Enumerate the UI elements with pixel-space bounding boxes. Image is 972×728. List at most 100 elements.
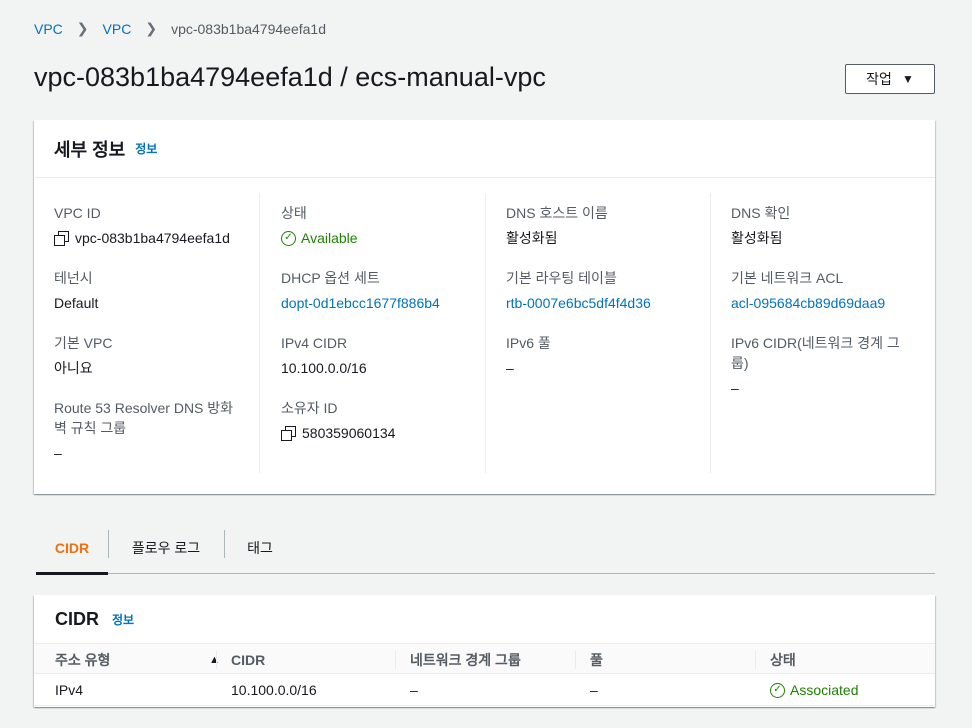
- breadcrumb-current: vpc-083b1ba4794eefa1d: [171, 20, 326, 37]
- cell-state: ✓ Associated: [770, 674, 858, 706]
- field-default-vpc: 기본 VPC 아니요: [54, 333, 112, 378]
- field-label: VPC ID: [54, 205, 101, 221]
- sort-ascending-icon[interactable]: ▲: [209, 654, 220, 666]
- field-owner-id: 소유자 ID 580359060134: [281, 398, 395, 443]
- cidr-panel: CIDR 정보 주소 유형 ▲ CIDR 네트워크 경계 그룹 풀 상태 IPv…: [34, 595, 935, 707]
- field-ipv6-pool: IPv6 풀 –: [506, 333, 551, 378]
- chevron-right-icon: ❯: [145, 20, 158, 36]
- field-vpc-id: VPC ID vpc-083b1ba4794eefa1d: [54, 203, 230, 248]
- field-dhcp-options: DHCP 옵션 세트 dopt-0d1ebcc1677f886b4: [281, 268, 440, 313]
- field-label: 기본 라우팅 테이블: [506, 270, 617, 286]
- field-label: 기본 네트워크 ACL: [731, 270, 844, 286]
- details-panel-header: 세부 정보 정보: [34, 120, 935, 178]
- field-label: Route 53 Resolver DNS 방화벽 규칙 그룹: [54, 400, 234, 436]
- breadcrumb: VPC ❯ VPC ❯ vpc-083b1ba4794eefa1d: [34, 20, 326, 37]
- field-tenancy: 테넌시 Default: [54, 268, 98, 313]
- cell-cidr: 10.100.0.0/16: [231, 682, 317, 698]
- field-value: –: [54, 445, 62, 461]
- column-header-pool[interactable]: 풀: [575, 644, 603, 675]
- breadcrumb-link-vpc-service[interactable]: VPC: [34, 21, 63, 37]
- field-label: 테넌시: [54, 270, 93, 286]
- network-acl-link[interactable]: acl-095684cb89d69daa9: [731, 293, 885, 313]
- cidr-panel-header: CIDR 정보: [34, 595, 935, 643]
- field-value: 아니요: [54, 360, 93, 376]
- cidr-table: 주소 유형 ▲ CIDR 네트워크 경계 그룹 풀 상태 IPv4 10.100…: [34, 643, 935, 706]
- table-header: 주소 유형 ▲ CIDR 네트워크 경계 그룹 풀 상태: [34, 643, 935, 674]
- field-ipv6-cidr: IPv6 CIDR(네트워크 경계 그룹) –: [731, 333, 916, 398]
- tab-flow-logs[interactable]: 플로우 로그: [108, 528, 224, 573]
- field-label: 상태: [281, 205, 307, 221]
- field-label: DNS 호스트 이름: [506, 205, 608, 221]
- table-row[interactable]: IPv4 10.100.0.0/16 – – ✓ Associated: [34, 674, 935, 706]
- field-label: IPv6 CIDR(네트워크 경계 그룹): [731, 335, 900, 371]
- field-state: 상태 ✓ Available: [281, 203, 358, 248]
- copy-icon[interactable]: [54, 231, 69, 246]
- state-value: Available: [301, 230, 358, 246]
- page-title: vpc-083b1ba4794eefa1d / ecs-manual-vpc: [34, 62, 546, 92]
- route-table-link[interactable]: rtb-0007e6bc5df4f4d36: [506, 293, 651, 313]
- column-divider: [395, 650, 396, 669]
- column-divider: [755, 650, 756, 669]
- column-header-label: CIDR: [231, 651, 266, 668]
- field-value: vpc-083b1ba4794eefa1d: [54, 228, 230, 248]
- actions-button-label: 작업: [866, 71, 892, 87]
- check-circle-icon: ✓: [281, 230, 296, 246]
- field-route53-firewall: Route 53 Resolver DNS 방화벽 규칙 그룹 –: [54, 398, 239, 463]
- tab-cidr[interactable]: CIDR: [36, 528, 108, 575]
- field-label: 소유자 ID: [281, 400, 338, 416]
- field-dns-resolution: DNS 확인 활성화됨: [731, 203, 790, 248]
- field-value: –: [506, 360, 514, 376]
- dhcp-options-link[interactable]: dopt-0d1ebcc1677f886b4: [281, 293, 440, 313]
- column-header-label: 주소 유형: [55, 651, 111, 668]
- tab-tags[interactable]: 태그: [224, 528, 296, 573]
- field-main-route-table: 기본 라우팅 테이블 rtb-0007e6bc5df4f4d36: [506, 268, 651, 313]
- details-column-1: VPC ID vpc-083b1ba4794eefa1d 테넌시 Default…: [34, 193, 259, 473]
- caret-down-icon: ▼: [901, 72, 914, 86]
- details-column-3: DNS 호스트 이름 활성화됨 기본 라우팅 테이블 rtb-0007e6bc5…: [485, 193, 710, 473]
- field-dns-hostnames: DNS 호스트 이름 활성화됨: [506, 203, 608, 248]
- tab-label: 태그: [247, 539, 273, 556]
- field-value: 580359060134: [281, 423, 395, 443]
- field-label: IPv6 풀: [506, 335, 551, 351]
- column-header-network-border-group[interactable]: 네트워크 경계 그룹: [395, 644, 521, 675]
- details-panel-title: 세부 정보: [54, 139, 126, 160]
- details-column-2: 상태 ✓ Available DHCP 옵션 세트 dopt-0d1ebcc16…: [259, 193, 485, 473]
- column-header-label: 네트워크 경계 그룹: [410, 651, 521, 668]
- details-column-4: DNS 확인 활성화됨 기본 네트워크 ACL acl-095684cb89d6…: [710, 193, 935, 473]
- field-ipv4-cidr: IPv4 CIDR 10.100.0.0/16: [281, 333, 367, 378]
- field-label: DHCP 옵션 세트: [281, 270, 380, 286]
- field-value: –: [731, 380, 739, 396]
- column-header-label: 풀: [590, 651, 603, 668]
- state-value: Associated: [790, 682, 859, 698]
- column-header-label: 상태: [770, 651, 796, 668]
- tab-list: CIDR 플로우 로그 태그: [36, 528, 935, 575]
- cidr-info-link[interactable]: 정보: [112, 611, 134, 628]
- field-value: Default: [54, 295, 99, 311]
- field-value: 활성화됨: [731, 230, 783, 246]
- copy-icon[interactable]: [281, 426, 296, 441]
- cell-network-border-group: –: [410, 682, 418, 698]
- cidr-panel-title: CIDR: [55, 608, 99, 629]
- breadcrumb-link-vpcs[interactable]: VPC: [103, 21, 132, 37]
- field-value: ✓ Available: [281, 228, 358, 248]
- field-label: IPv4 CIDR: [281, 335, 348, 351]
- details-grid: VPC ID vpc-083b1ba4794eefa1d 테넌시 Default…: [34, 193, 935, 473]
- column-divider: [216, 650, 217, 669]
- column-divider: [575, 650, 576, 669]
- field-value: 활성화됨: [506, 230, 558, 246]
- tab-label: CIDR: [54, 539, 90, 556]
- column-header-state[interactable]: 상태: [755, 644, 796, 675]
- details-info-link[interactable]: 정보: [135, 140, 157, 157]
- field-label: DNS 확인: [731, 205, 791, 221]
- owner-id-value: 580359060134: [302, 425, 396, 441]
- field-label: 기본 VPC: [54, 335, 113, 351]
- cell-pool: –: [590, 682, 598, 698]
- actions-button[interactable]: 작업 ▼: [845, 64, 935, 94]
- check-circle-icon: ✓: [770, 682, 785, 698]
- cell-address-type: IPv4: [55, 682, 84, 698]
- tab-label: 플로우 로그: [131, 539, 201, 556]
- field-main-network-acl: 기본 네트워크 ACL acl-095684cb89d69daa9: [731, 268, 885, 313]
- column-header-address-type[interactable]: 주소 유형 ▲: [55, 644, 220, 675]
- column-header-cidr[interactable]: CIDR: [216, 644, 266, 675]
- vpc-id-value: vpc-083b1ba4794eefa1d: [75, 230, 230, 246]
